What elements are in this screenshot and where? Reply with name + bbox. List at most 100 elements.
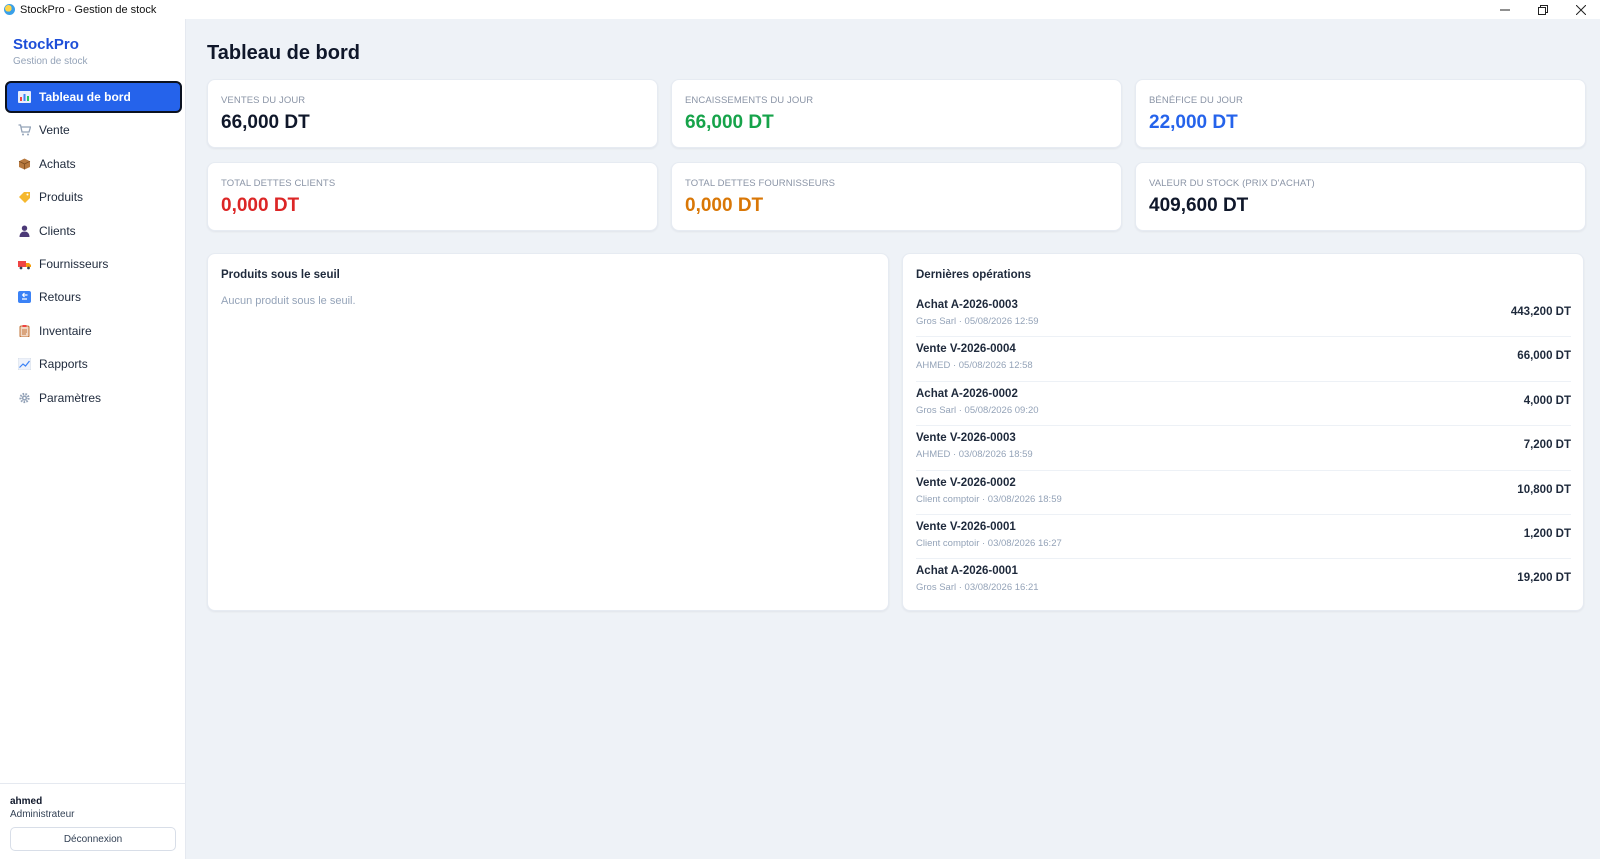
sidebar-item-label: Inventaire (39, 323, 92, 338)
user-name: ahmed (10, 796, 43, 807)
sidebar-item-label: Vente (39, 123, 70, 138)
operation-amount: 66,000 DT (1517, 350, 1571, 363)
operation-amount: 4,000 DT (1523, 394, 1571, 407)
sidebar-item-achats[interactable]: Achats (5, 148, 182, 180)
package-icon (18, 158, 31, 170)
operations-list: Achat A-2026-0003 Gros Sarl · 05/08/2026… (916, 293, 1571, 604)
operation-title: Achat A-2026-0001 (916, 565, 1018, 578)
restore-icon (1538, 4, 1548, 15)
cart-icon (18, 124, 31, 136)
stat-label: Ventes du jour (221, 95, 306, 106)
clipboard-icon (18, 324, 31, 337)
operation-title: Vente V-2026-0001 (916, 520, 1016, 533)
operation-title: Achat A-2026-0003 (916, 299, 1018, 311)
operation-subtitle: Gros Sarl · 05/08/2026 12:59 (916, 316, 1039, 327)
page-title: Tableau de bord (207, 42, 360, 64)
minimize-button[interactable] (1486, 0, 1524, 19)
panel-title: Produits sous le seuil (221, 269, 340, 281)
sidebar-item-clients[interactable]: Clients (5, 215, 182, 247)
minimize-icon (1500, 9, 1510, 10)
empty-state-text: Aucun produit sous le seuil. (221, 295, 356, 307)
stat-card-benefice-du-jour: Bénéfice du jour 22,000 DT (1135, 79, 1586, 148)
stat-card-ventes-du-jour: Ventes du jour 66,000 DT (207, 79, 658, 148)
stat-label: Total dettes clients (221, 178, 336, 189)
list-item[interactable]: Achat A-2026-0003 Gros Sarl · 05/08/2026… (916, 293, 1571, 338)
brand: StockPro Gestion de stock (13, 36, 87, 67)
operation-title: Vente V-2026-0004 (916, 343, 1016, 356)
list-item[interactable]: Vente V-2026-0002 Client comptoir · 03/0… (916, 471, 1571, 515)
stat-label: Encaissements du jour (685, 95, 814, 106)
app-icon (4, 4, 15, 15)
return-icon (18, 291, 31, 304)
operation-amount: 1,200 DT (1523, 527, 1571, 540)
sidebar-item-rapports[interactable]: Rapports (5, 348, 182, 380)
title-bar: StockPro - Gestion de stock (0, 0, 1600, 19)
operation-subtitle: AHMED · 05/08/2026 12:58 (916, 360, 1033, 372)
user-role: Administrateur (10, 809, 75, 820)
sidebar-item-tableau-de-bord[interactable]: Tableau de bord (5, 81, 182, 113)
operation-amount: 19,200 DT (1517, 572, 1571, 585)
sidebar-item-label: Paramètres (39, 390, 102, 405)
sidebar-item-label: Clients (39, 223, 76, 238)
list-item[interactable]: Achat A-2026-0001 Gros Sarl · 03/08/2026… (916, 559, 1571, 603)
stat-value: 409,600 DT (1149, 195, 1249, 216)
recent-operations-panel: Dernières opérations Achat A-2026-0003 G… (902, 253, 1584, 611)
stat-card-total-dettes-clients: Total dettes clients 0,000 DT (207, 162, 658, 231)
sidebar-item-label: Fournisseurs (39, 256, 109, 271)
sidebar-item-label: Tableau de bord (39, 90, 131, 104)
operation-subtitle: Client comptoir · 03/08/2026 16:27 (916, 537, 1062, 549)
operation-subtitle: Gros Sarl · 03/08/2026 16:21 (916, 582, 1039, 594)
sidebar-item-vente[interactable]: Vente (5, 114, 182, 146)
operation-amount: 7,200 DT (1523, 439, 1571, 452)
brand-name: StockPro (13, 36, 79, 53)
panel-title: Dernières opérations (916, 269, 1032, 281)
truck-icon (18, 258, 31, 270)
logout-button[interactable]: Déconnexion (10, 827, 176, 851)
operation-amount: 443,200 DT (1510, 306, 1571, 318)
sidebar-item-inventaire[interactable]: Inventaire (5, 315, 182, 347)
main-content: Tableau de bord Ventes du jour 66,000 DT… (186, 19, 1600, 859)
window-controls (1486, 0, 1600, 19)
sidebar-item-label: Retours (39, 290, 82, 305)
stat-value: 22,000 DT (1149, 112, 1238, 133)
gear-icon (18, 392, 31, 404)
sidebar-item-label: Rapports (39, 357, 88, 372)
list-item[interactable]: Achat A-2026-0002 Gros Sarl · 05/08/2026… (916, 382, 1571, 427)
stat-value: 66,000 DT (221, 112, 310, 133)
operation-amount: 10,800 DT (1517, 483, 1571, 496)
sidebar: StockPro Gestion de stock Tableau de bor… (0, 19, 186, 859)
operation-title: Achat A-2026-0002 (916, 387, 1018, 400)
stat-label: Bénéfice du jour (1149, 95, 1243, 106)
list-item[interactable]: Vente V-2026-0004 AHMED · 05/08/2026 12:… (916, 337, 1571, 382)
sidebar-nav: Tableau de bord Vente Achats Produits Cl… (5, 81, 182, 415)
stat-label: Total dettes fournisseurs (685, 178, 836, 189)
low-stock-panel: Produits sous le seuil Aucun produit sou… (207, 253, 889, 611)
sidebar-item-label: Produits (39, 190, 84, 205)
bar-chart-icon (18, 91, 31, 103)
line-chart-icon (18, 358, 31, 371)
stat-card-total-dettes-fournisseurs: Total dettes fournisseurs 0,000 DT (671, 162, 1122, 231)
sidebar-item-parametres[interactable]: Paramètres (5, 382, 182, 414)
operation-subtitle: Client comptoir · 03/08/2026 18:59 (916, 493, 1062, 505)
stat-value: 0,000 DT (685, 195, 764, 216)
sidebar-item-produits[interactable]: Produits (5, 181, 182, 213)
list-item[interactable]: Vente V-2026-0001 Client comptoir · 03/0… (916, 515, 1571, 560)
stat-card-encaissements-du-jour: Encaissements du jour 66,000 DT (671, 79, 1122, 148)
operation-subtitle: Gros Sarl · 05/08/2026 09:20 (916, 404, 1039, 416)
sidebar-item-retours[interactable]: Retours (5, 281, 182, 313)
operation-title: Vente V-2026-0003 (916, 432, 1016, 445)
stat-card-valeur-du-stock: Valeur du stock (prix d'achat) 409,600 D… (1135, 162, 1586, 231)
close-icon (1576, 4, 1586, 15)
stat-label: Valeur du stock (prix d'achat) (1149, 178, 1315, 189)
sidebar-item-fournisseurs[interactable]: Fournisseurs (5, 248, 182, 280)
tag-icon (18, 191, 31, 204)
list-item[interactable]: Vente V-2026-0003 AHMED · 03/08/2026 18:… (916, 426, 1571, 471)
brand-subtitle: Gestion de stock (13, 56, 88, 67)
restore-button[interactable] (1524, 0, 1562, 19)
operation-subtitle: AHMED · 03/08/2026 18:59 (916, 449, 1033, 461)
window-title: StockPro - Gestion de stock (20, 3, 157, 16)
user-panel: ahmed Administrateur Déconnexion (0, 783, 185, 859)
sidebar-item-label: Achats (39, 156, 76, 171)
stat-value: 0,000 DT (221, 195, 300, 216)
close-button[interactable] (1562, 0, 1600, 19)
